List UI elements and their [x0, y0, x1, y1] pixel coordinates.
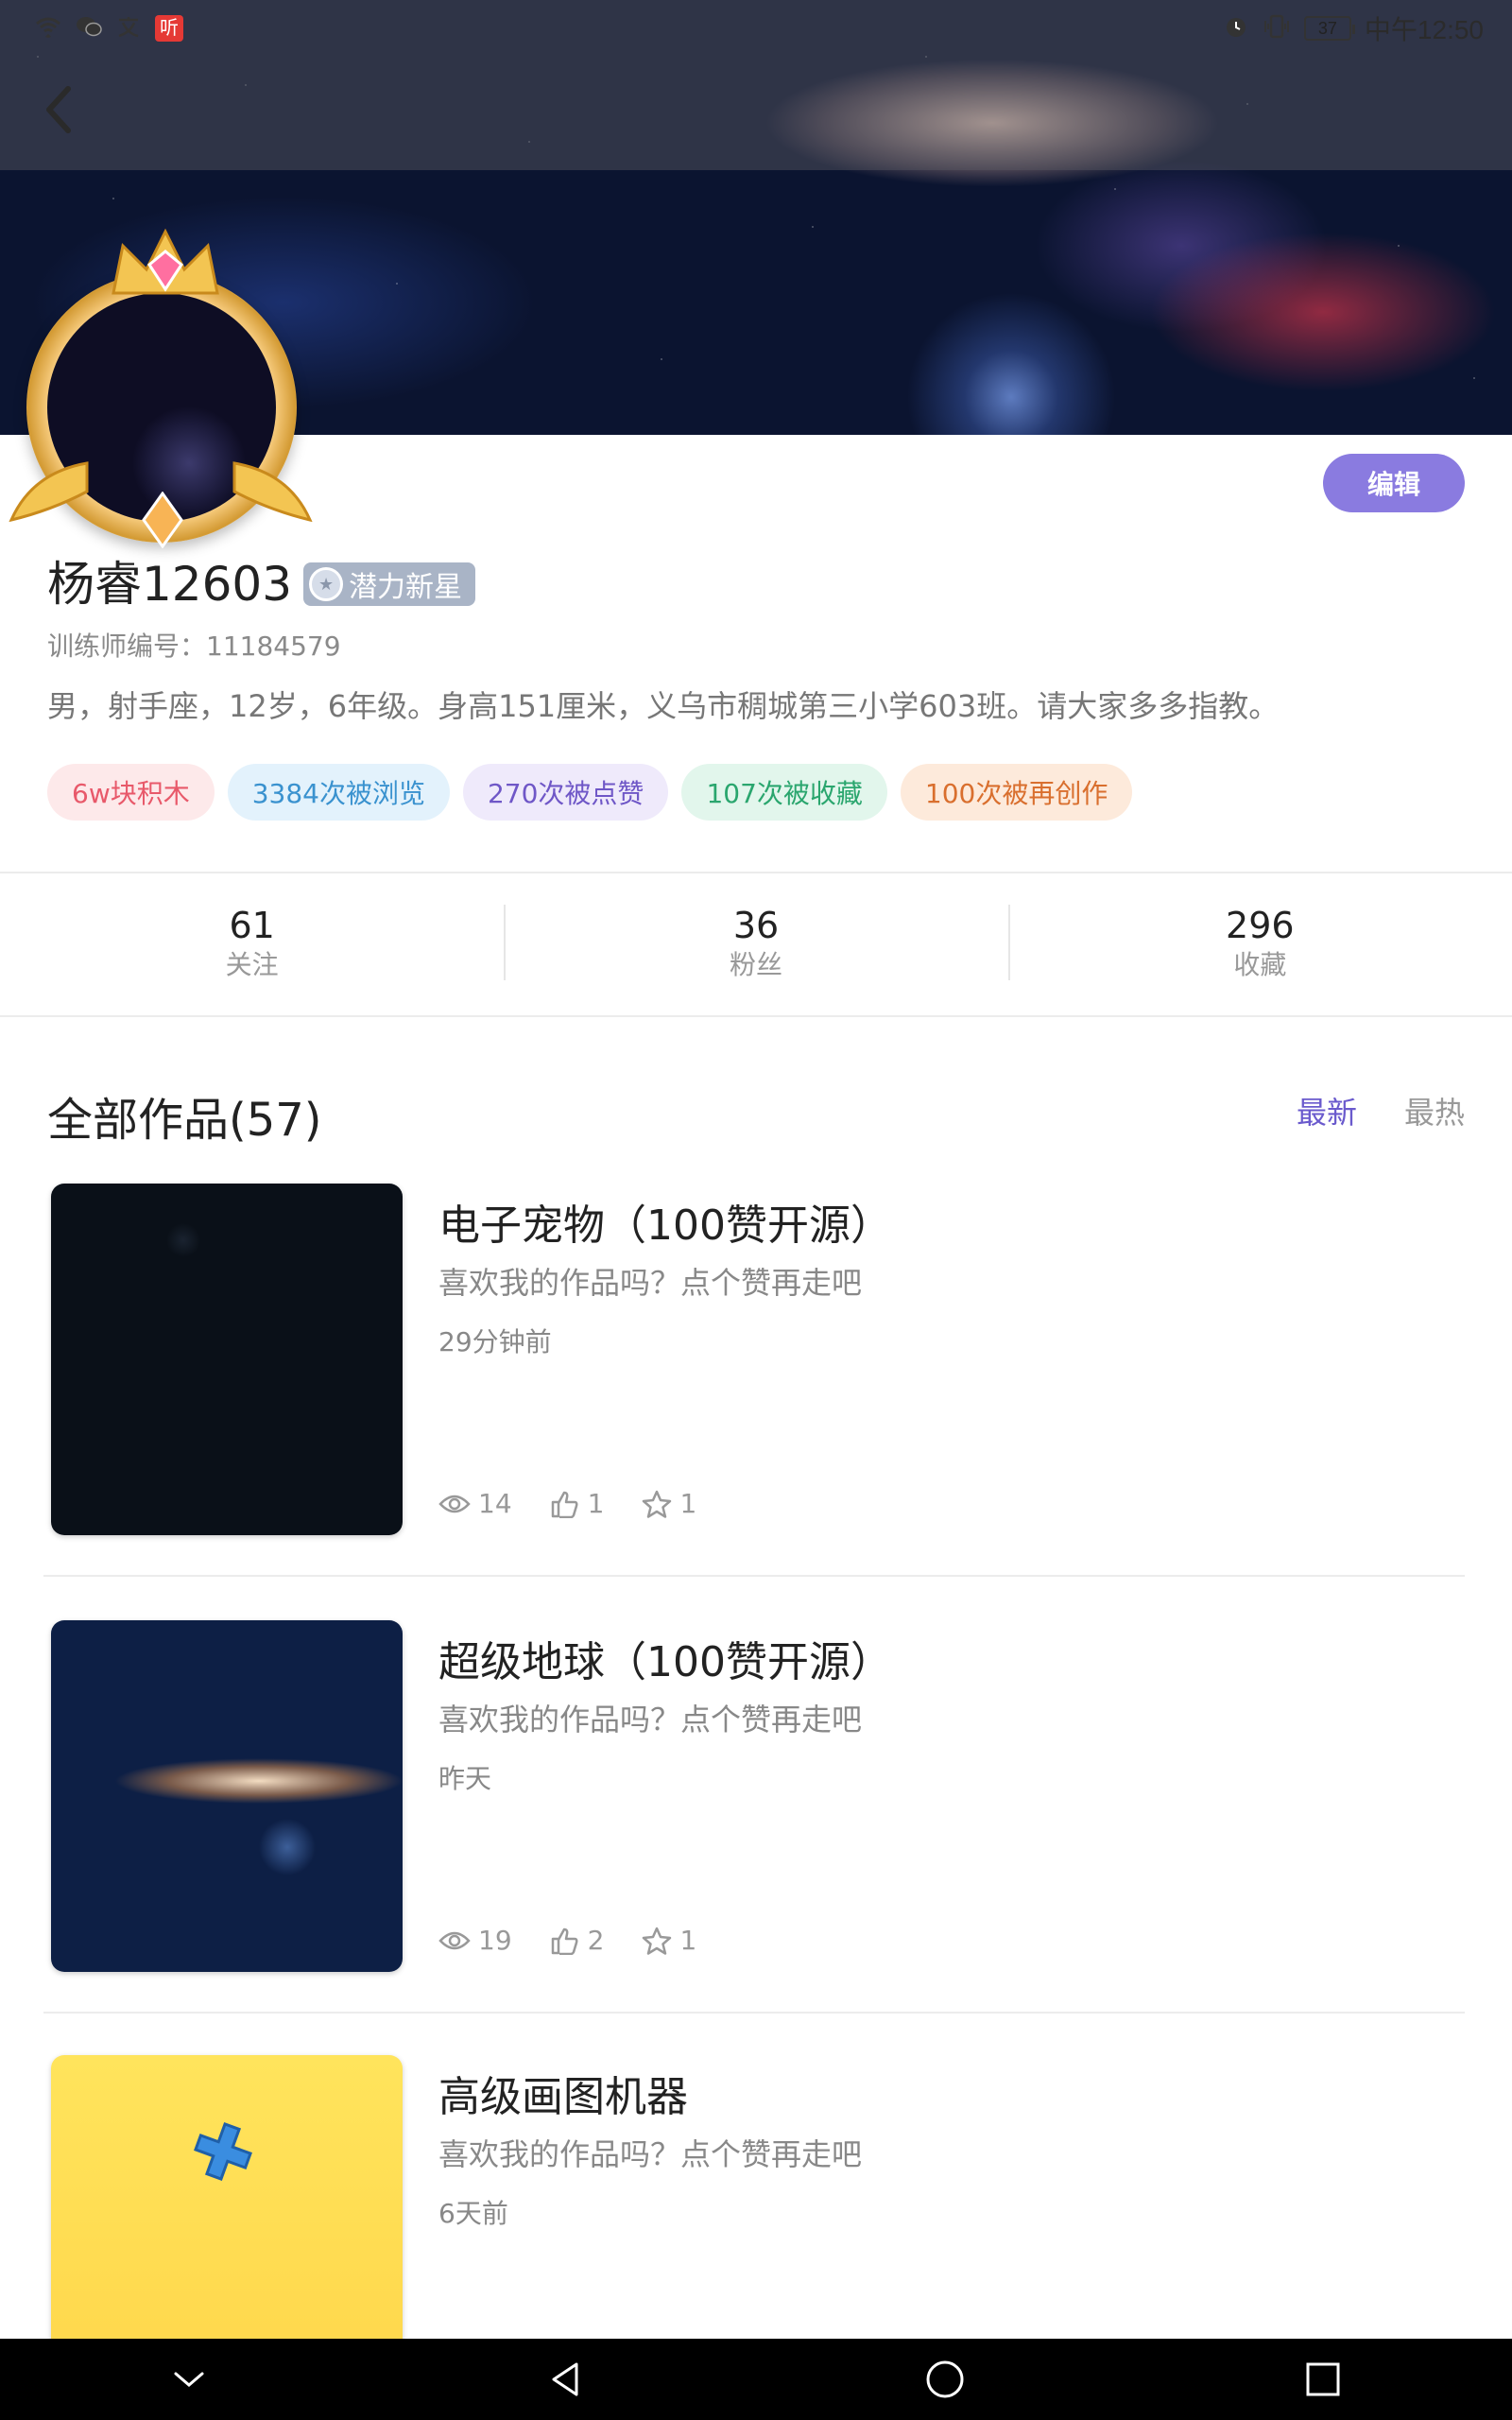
status-left: 听	[34, 15, 183, 42]
stat-label: 粉丝	[729, 949, 782, 980]
stat-followers[interactable]: 36 粉丝	[504, 872, 1007, 1013]
work-title: 超级地球（100赞开源）	[438, 1638, 892, 1686]
work-card[interactable]: 超级地球（100赞开源） 喜欢我的作品吗？点个赞再走吧 昨天 19 2 1	[47, 1620, 1465, 1979]
tag-likes: 270次被点赞	[462, 764, 669, 821]
avatar[interactable]	[9, 227, 313, 548]
nav-recents-button[interactable]	[1285, 2342, 1361, 2417]
wechat-icon	[76, 15, 102, 42]
trainer-id: 训练师编号：11184579	[47, 631, 341, 662]
views-count: 14	[478, 1488, 512, 1519]
tag-remixes: 100次被再创作	[900, 764, 1133, 821]
likes-stat: 1	[550, 1488, 605, 1519]
tag-favorites: 107次被收藏	[681, 764, 887, 821]
stat-value: 61	[229, 905, 275, 946]
status-right: 37 中午12:50	[1223, 9, 1484, 47]
circle-home-icon	[926, 2360, 964, 2398]
profile-page: 听 37 中午12:50 编辑 杨睿12603 ★ 潜力新星 训练师编号：111…	[0, 0, 1512, 2420]
alarm-icon	[1223, 13, 1249, 43]
work-title: 电子宠物（100赞开源）	[438, 1201, 892, 1250]
back-button[interactable]	[28, 79, 89, 140]
work-title: 高级画图机器	[438, 2073, 688, 2121]
stat-value: 296	[1226, 905, 1295, 946]
divider	[43, 2012, 1465, 2014]
crown-icon	[112, 228, 219, 295]
rank-badge[interactable]: ★ 潜力新星	[303, 562, 476, 606]
favorites-count: 1	[679, 1925, 697, 1956]
likes-count: 2	[587, 1925, 605, 1956]
achievement-tags: 6w块积木 3384次被浏览 270次被点赞 107次被收藏 100次被再创作	[47, 764, 1133, 821]
profile-bio: 男，射手座，12岁，6年级。身高151厘米，义乌市稠城第三小学603班。请大家多…	[47, 688, 1280, 724]
likes-stat: 2	[550, 1925, 605, 1956]
work-thumbnail	[51, 1620, 403, 1972]
divider	[43, 1575, 1465, 1577]
work-card[interactable]: 电子宠物（100赞开源） 喜欢我的作品吗？点个赞再走吧 29分钟前 14 1 1	[47, 1184, 1465, 1543]
nav-collapse-button[interactable]	[151, 2342, 227, 2417]
work-description: 喜欢我的作品吗？点个赞再走吧	[438, 2136, 863, 2172]
nav-back-button[interactable]	[529, 2342, 605, 2417]
views-stat: 19	[438, 1925, 512, 1956]
views-count: 19	[478, 1925, 512, 1956]
thumbs-up-icon	[551, 1491, 578, 1518]
nav-home-button[interactable]	[907, 2342, 983, 2417]
status-bar: 听 37 中午12:50	[0, 0, 1512, 57]
diamond-icon	[142, 492, 183, 548]
stat-value: 36	[732, 905, 780, 946]
work-description: 喜欢我的作品吗？点个赞再走吧	[438, 1702, 863, 1737]
favorites-count: 1	[679, 1488, 697, 1519]
work-stats: 14 1 1	[438, 1488, 696, 1519]
stat-following[interactable]: 61 关注	[0, 872, 504, 1013]
stat-label: 关注	[225, 949, 279, 980]
thumbs-up-icon	[551, 1927, 578, 1955]
star-icon	[643, 1490, 672, 1518]
work-stats: 19 2 1	[438, 1925, 696, 1956]
wing-left-icon	[9, 461, 89, 523]
work-description: 喜欢我的作品吗？点个赞再走吧	[438, 1265, 863, 1301]
battery-indicator: 37	[1303, 16, 1355, 41]
status-time: 中午12:50	[1364, 15, 1484, 44]
edit-profile-button[interactable]: 编辑	[1323, 454, 1465, 512]
favorites-stat: 1	[642, 1488, 696, 1519]
stat-label: 收藏	[1233, 949, 1287, 980]
tag-views: 3384次被浏览	[227, 764, 450, 821]
square-recents-icon	[1306, 2362, 1340, 2396]
favorites-stat: 1	[642, 1925, 696, 1956]
follow-stats: 61 关注 36 粉丝 296 收藏	[0, 872, 1512, 1013]
work-time: 6天前	[438, 2198, 508, 2229]
eye-icon	[438, 1931, 471, 1949]
star-icon	[643, 1927, 672, 1955]
cross-icon	[194, 2122, 252, 2181]
tag-blocks: 6w块积木	[47, 764, 215, 821]
translate-icon	[115, 15, 142, 42]
wing-right-icon	[232, 461, 313, 523]
work-time: 昨天	[438, 1763, 492, 1794]
tab-hottest[interactable]: 最热	[1404, 1089, 1465, 1132]
works-title: 全部作品(57)	[47, 1094, 322, 1147]
eye-icon	[438, 1495, 471, 1512]
work-time: 29分钟前	[438, 1326, 552, 1357]
views-stat: 14	[438, 1488, 512, 1519]
rank-label: 潜力新星	[349, 571, 463, 604]
profile-name-row: 杨睿12603 ★ 潜力新星	[47, 553, 476, 615]
wifi-icon	[34, 15, 62, 42]
likes-count: 1	[587, 1488, 605, 1519]
chevron-down-icon	[174, 2372, 204, 2387]
star-badge-icon: ★	[309, 567, 344, 601]
vibrate-icon	[1263, 13, 1291, 43]
stat-favorites[interactable]: 296 收藏	[1007, 872, 1512, 1013]
profile-name: 杨睿12603	[47, 557, 293, 612]
triangle-back-icon	[552, 2362, 578, 2396]
divider	[0, 1015, 1512, 1017]
notification-badge: 听	[155, 15, 183, 42]
system-nav-bar	[0, 2339, 1512, 2420]
chevron-left-icon	[46, 86, 71, 133]
sort-tabs: 最新 最热	[1297, 1089, 1465, 1132]
tab-newest[interactable]: 最新	[1297, 1089, 1357, 1132]
work-thumbnail	[51, 1184, 403, 1535]
